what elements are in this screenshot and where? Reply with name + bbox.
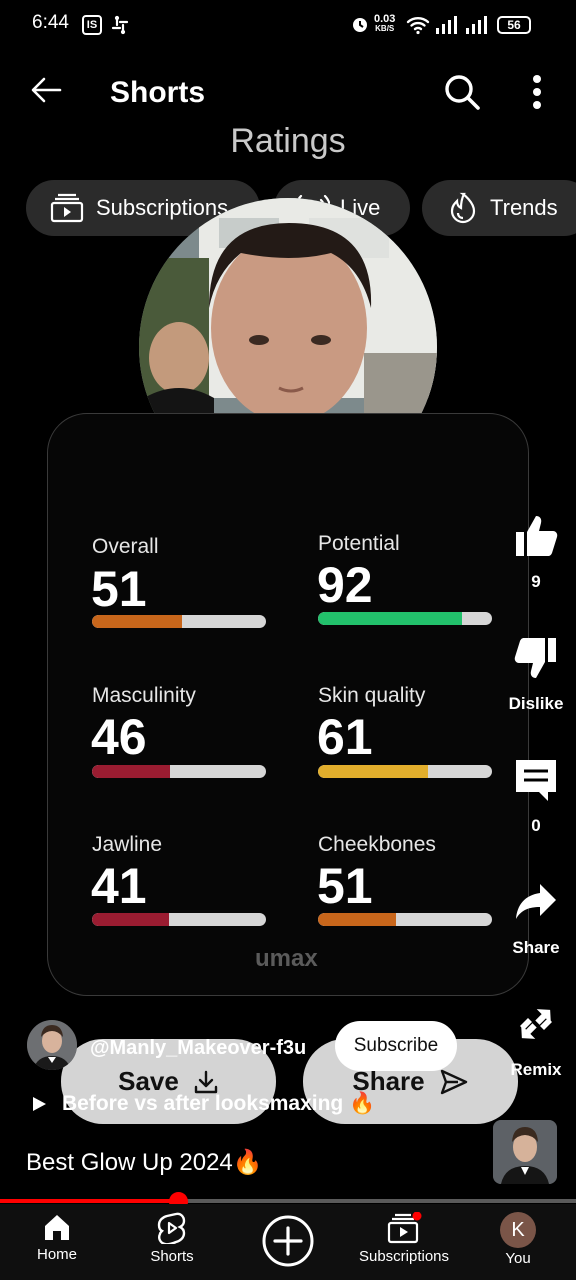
remix-button[interactable]: Remix [500, 1002, 572, 1080]
channel-name[interactable]: @Manly_Makeover-f3u [90, 1037, 306, 1060]
signal-icon-2 [466, 16, 487, 34]
wifi-icon [406, 17, 430, 35]
thumbs-down-icon [514, 638, 556, 678]
metric-bar-cheekbones [318, 913, 492, 926]
video-overlay-title: Ratings [230, 122, 346, 160]
remix-label: Remix [510, 1060, 562, 1079]
share-button[interactable]: Share [500, 880, 572, 958]
nav-label: Subscriptions [358, 1248, 450, 1265]
metric-bar-masculinity [92, 765, 266, 778]
metric-bar-fill [318, 913, 397, 926]
signal-icon-1 [436, 16, 457, 34]
metric-bar-fill [318, 612, 463, 625]
metric-value-overall: 51 [91, 561, 147, 617]
metric-value-potential: 92 [317, 557, 373, 613]
dislike-label: Dislike [508, 694, 564, 713]
nav-you[interactable]: K You [463, 1212, 573, 1267]
metric-bar-fill [318, 765, 428, 778]
alarm-icon [353, 18, 367, 32]
progress-fill [0, 1199, 179, 1203]
comments-button[interactable]: 0 [500, 758, 572, 836]
metric-bar-fill [92, 913, 169, 926]
metric-label-potential: Potential [318, 532, 400, 555]
like-button[interactable]: 9 [500, 514, 572, 592]
metric-value-skin-quality: 61 [317, 709, 373, 765]
caption-row[interactable]: Before vs after looksmaxing 🔥 [30, 1092, 375, 1116]
slack-notification-icon [111, 15, 129, 35]
nav-label: You [505, 1250, 531, 1267]
metric-label-jawline: Jawline [92, 833, 163, 856]
share-icon [516, 884, 556, 919]
comment-icon [516, 760, 556, 801]
nav-label: Home [36, 1246, 77, 1263]
metric-label-masculinity: Masculinity [92, 684, 196, 707]
page-title: Shorts [110, 76, 206, 109]
thumbs-up-icon [516, 516, 558, 556]
net-speed-unit: KB/S [375, 24, 395, 33]
subscribe-button[interactable]: Subscribe [335, 1021, 457, 1071]
sound-thumbnail[interactable] [493, 1120, 557, 1184]
subscriptions-icon [50, 193, 84, 223]
create-icon [262, 1215, 314, 1267]
nav-shorts[interactable]: Shorts [117, 1212, 227, 1265]
metric-value-masculinity: 46 [91, 709, 147, 765]
video-title[interactable]: Best Glow Up 2024🔥 [26, 1148, 263, 1177]
caption-text: Before vs after looksmaxing 🔥 [62, 1092, 376, 1115]
chip-trends[interactable]: Trends [422, 180, 576, 236]
metric-label-cheekbones: Cheekbones [318, 833, 436, 856]
subscriptions-icon [387, 1212, 422, 1244]
metric-bar-fill [92, 615, 183, 628]
metric-label-skin-quality: Skin quality [318, 684, 426, 707]
metric-bar-overall [92, 615, 266, 628]
like-count: 9 [531, 572, 541, 591]
status-time: 6:44 [32, 12, 69, 33]
battery-indicator: 56 [497, 16, 531, 34]
more-options-icon[interactable] [522, 70, 552, 114]
send-icon [440, 1069, 467, 1094]
remix-icon [520, 1009, 552, 1039]
search-icon[interactable] [440, 70, 484, 114]
metric-value-jawline: 41 [91, 858, 147, 914]
play-icon [33, 1097, 46, 1111]
nav-label: Shorts [150, 1248, 194, 1265]
chip-label: Trends [490, 195, 558, 220]
metric-value-cheekbones: 51 [317, 858, 373, 914]
nav-subscriptions[interactable]: Subscriptions [348, 1212, 460, 1265]
metric-bar-potential [318, 612, 492, 625]
metric-bar-skin-quality [318, 765, 492, 778]
nav-create[interactable] [233, 1214, 343, 1272]
metric-bar-jawline [92, 913, 266, 926]
channel-avatar[interactable] [27, 1020, 77, 1070]
shorts-icon [157, 1212, 186, 1244]
nav-home[interactable]: Home [2, 1212, 112, 1263]
avatar: K [500, 1212, 536, 1248]
dislike-button[interactable]: Dislike [500, 636, 572, 714]
home-icon [45, 1215, 69, 1240]
net-speed-value: 0.03 [374, 13, 396, 25]
chip-label: Subscriptions [96, 195, 229, 220]
back-arrow-icon[interactable] [28, 70, 68, 110]
brand-watermark: umax [255, 945, 318, 972]
share-label: Share [512, 938, 560, 957]
network-speed: 0.03 KB/S [374, 14, 395, 34]
instagram-notification-icon: IS [82, 15, 102, 35]
trends-icon [450, 192, 476, 224]
download-icon [194, 1070, 218, 1093]
comment-count: 0 [531, 816, 541, 835]
metric-label-overall: Overall [92, 535, 159, 558]
metric-bar-fill [92, 765, 171, 778]
